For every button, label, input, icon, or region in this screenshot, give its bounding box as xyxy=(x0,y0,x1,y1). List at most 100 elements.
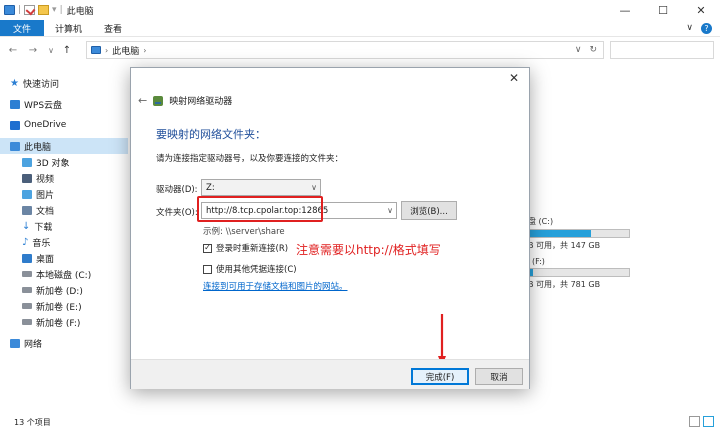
dialog-instruction: 请为连接指定驱动器号，以及你要连接的文件夹： xyxy=(156,154,344,164)
annotation-note: 注意需要以http://格式填写 xyxy=(296,243,441,257)
computer-icon xyxy=(10,141,20,151)
separator: | xyxy=(59,5,63,15)
tiles-view-icon[interactable] xyxy=(703,416,714,427)
sidebar-item-desktop[interactable]: 桌面 xyxy=(0,250,128,266)
path-example: 示例: \\server\share xyxy=(203,227,285,237)
properties-icon[interactable] xyxy=(24,5,36,15)
desktop-icon xyxy=(22,253,32,263)
refresh-icon[interactable]: ↻ xyxy=(589,45,597,55)
sidebar-item-drive-c[interactable]: 本地磁盘 (C:) xyxy=(0,266,128,282)
maximize-button[interactable]: ☐ xyxy=(644,0,682,20)
address-bar[interactable]: › 此电脑 › ∨ ↻ xyxy=(86,41,604,59)
sidebar-item-pictures[interactable]: 图片 xyxy=(0,186,128,202)
search-input[interactable] xyxy=(610,41,714,59)
document-icon xyxy=(22,205,32,215)
sidebar-item-label: 新加卷 (F:) xyxy=(36,318,81,329)
sidebar-item-3d-objects[interactable]: 3D 对象 xyxy=(0,154,128,170)
title-bar: | ▾ | 此电脑 — ☐ ✕ xyxy=(0,0,720,20)
customize-toolbar-icon[interactable]: ▾ xyxy=(52,5,57,15)
website-storage-link[interactable]: 连接到可用于存储文档和图片的网站。 xyxy=(203,280,348,292)
chevron-down-icon: ∨ xyxy=(311,183,317,192)
minimize-button[interactable]: — xyxy=(606,0,644,20)
tab-computer[interactable]: 计算机 xyxy=(44,20,93,36)
tab-view[interactable]: 查看 xyxy=(93,20,133,36)
sidebar-item-this-pc[interactable]: 此电脑 xyxy=(0,138,128,154)
sidebar-item-drive-e[interactable]: 新加卷 (E:) xyxy=(0,298,128,314)
network-drive-icon xyxy=(153,95,164,106)
sidebar-item-label: 新加卷 (D:) xyxy=(36,286,83,297)
view-toggle xyxy=(689,416,714,427)
sidebar-item-label: 3D 对象 xyxy=(36,158,70,169)
navigation-bar: ← → ∨ ↑ › 此电脑 › ∨ ↻ xyxy=(0,38,720,62)
window-title: 此电脑 xyxy=(66,6,94,17)
browse-button[interactable]: 浏览(B)... xyxy=(401,201,457,220)
recent-locations-icon[interactable]: ∨ xyxy=(44,46,58,55)
sidebar-item-videos[interactable]: 视频 xyxy=(0,170,128,186)
map-network-drive-dialog: ✕ ← 映射网络驱动器 要映射的网络文件夹： 请为连接指定驱动器号，以及你要连接… xyxy=(130,67,530,389)
sidebar-item-label: 桌面 xyxy=(36,254,55,265)
drive-f-name[interactable]: (F:) xyxy=(532,257,545,266)
cloud-icon xyxy=(10,99,20,109)
drive-icon xyxy=(22,319,32,325)
dialog-title: 映射网络驱动器 xyxy=(169,97,233,107)
sidebar-item-network[interactable]: 网络 xyxy=(0,335,128,351)
sidebar-item-drive-f[interactable]: 新加卷 (F:) xyxy=(0,314,128,330)
sidebar-item-onedrive[interactable]: OneDrive xyxy=(0,117,128,133)
drive-icon xyxy=(22,287,32,293)
sidebar-item-label: WPS云盘 xyxy=(24,100,63,111)
item-count: 13 个项目 xyxy=(14,417,51,427)
chevron-right-icon: › xyxy=(143,45,147,55)
chevron-down-icon[interactable]: ∨ xyxy=(575,45,582,55)
cloud-icon xyxy=(10,120,20,130)
back-arrow-icon[interactable]: ← xyxy=(138,94,147,107)
reconnect-checkbox[interactable]: ✓ 登录时重新连接(R) xyxy=(203,242,288,254)
download-icon: ↓ xyxy=(22,220,31,232)
drive-letter-value: Z: xyxy=(206,182,215,193)
reconnect-label: 登录时重新连接(R) xyxy=(216,244,289,254)
dialog-footer: 完成(F) 取消 xyxy=(131,359,529,389)
sidebar-item-label: 音乐 xyxy=(32,238,51,249)
chevron-right-icon: › xyxy=(105,45,109,55)
sidebar-item-label: 图片 xyxy=(36,190,55,201)
status-bar: 13 个项目 xyxy=(0,412,720,432)
details-view-icon[interactable] xyxy=(689,416,700,427)
sidebar-item-label: 快速访问 xyxy=(22,79,59,90)
sidebar-item-drive-d[interactable]: 新加卷 (D:) xyxy=(0,282,128,298)
back-arrow-icon[interactable]: ← xyxy=(6,45,20,56)
drive-letter-select[interactable]: Z: ∨ xyxy=(201,179,321,196)
chevron-down-icon[interactable]: ∨ xyxy=(387,206,393,215)
sidebar-item-label: 文档 xyxy=(36,206,55,217)
address-end-controls: ∨ ↻ xyxy=(575,45,603,55)
drive-icon xyxy=(22,271,32,277)
sidebar-item-music[interactable]: ♪ 音乐 xyxy=(0,234,128,250)
sidebar-item-documents[interactable]: 文档 xyxy=(0,202,128,218)
picture-icon xyxy=(22,189,32,199)
breadcrumb[interactable]: 此电脑 xyxy=(112,44,139,57)
star-icon: ★ xyxy=(10,77,19,89)
finish-button[interactable]: 完成(F) xyxy=(411,368,469,385)
drive-f-capacity: B 可用，共 781 GB xyxy=(528,280,601,289)
drive-f-usage-bar xyxy=(528,268,630,277)
help-icon[interactable]: ? xyxy=(701,22,712,34)
new-folder-icon[interactable] xyxy=(38,5,50,15)
close-button[interactable]: ✕ xyxy=(682,0,720,20)
checkbox-icon[interactable] xyxy=(203,264,212,274)
drive-c-name[interactable]: 盘 (C:) xyxy=(528,216,553,227)
close-icon[interactable]: ✕ xyxy=(505,71,523,85)
sidebar-item-quick-access[interactable]: ★ 快速访问 xyxy=(0,75,128,91)
dialog-header: ← 映射网络驱动器 xyxy=(138,94,232,107)
other-credentials-checkbox[interactable]: 使用其他凭据连接(C) xyxy=(203,263,297,275)
network-icon xyxy=(10,338,20,348)
window-controls: — ☐ ✕ xyxy=(606,0,720,20)
up-arrow-icon[interactable]: ↑ xyxy=(60,45,74,56)
forward-arrow-icon[interactable]: → xyxy=(26,45,40,56)
sidebar-item-wps-cloud[interactable]: WPS云盘 xyxy=(0,96,128,112)
drive-label: 驱动器(D): xyxy=(156,185,198,195)
expand-ribbon-icon[interactable]: ∨ xyxy=(686,23,693,33)
checkbox-icon[interactable]: ✓ xyxy=(203,243,212,253)
tab-file[interactable]: 文件 xyxy=(0,20,45,36)
separator: | xyxy=(18,5,22,15)
cancel-button[interactable]: 取消 xyxy=(475,368,523,385)
sidebar-item-downloads[interactable]: ↓ 下载 xyxy=(0,218,128,234)
computer-icon xyxy=(91,46,101,54)
